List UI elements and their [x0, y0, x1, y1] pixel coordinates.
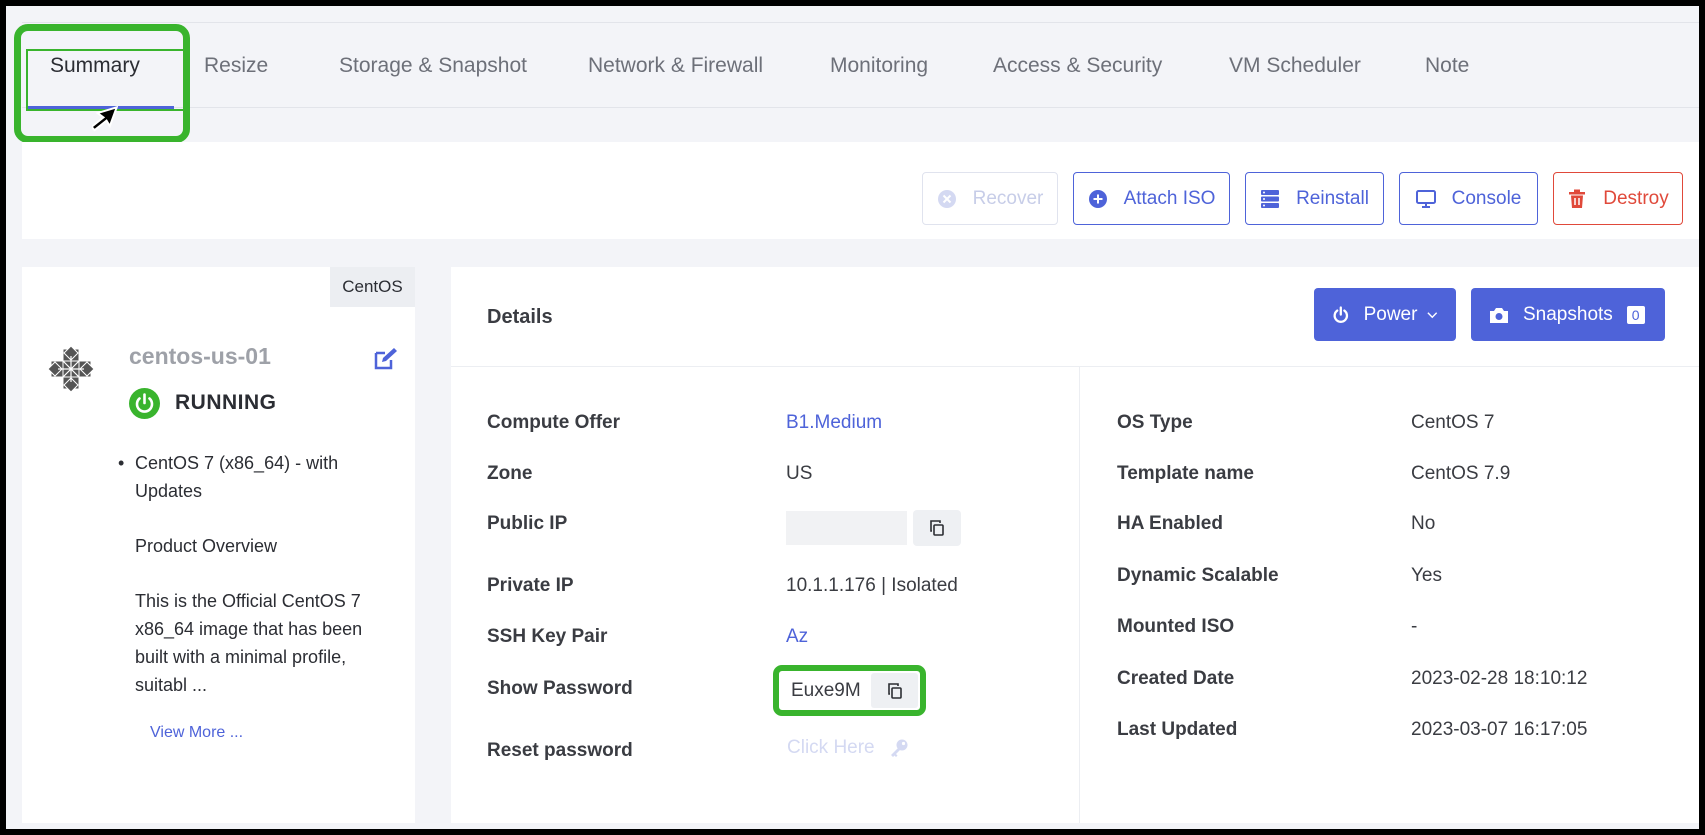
destroy-button[interactable]: Destroy: [1553, 172, 1683, 225]
vm-name: centos-us-01: [129, 343, 271, 369]
os-badge: CentOS: [330, 267, 415, 307]
trash-icon: [1567, 189, 1587, 209]
reinstall-button[interactable]: Reinstall: [1245, 172, 1384, 225]
column-divider: [1079, 367, 1080, 823]
last-updated-label: Last Updated: [1117, 719, 1238, 740]
tab-note[interactable]: Note: [1425, 23, 1469, 109]
mounted-iso-label: Mounted ISO: [1117, 616, 1235, 637]
os-type-label: OS Type: [1117, 412, 1193, 433]
recover-label: Recover: [972, 187, 1044, 209]
ssh-key-pair-value[interactable]: Az: [786, 626, 808, 648]
product-overview-title: Product Overview: [135, 536, 278, 556]
console-button[interactable]: Console: [1399, 172, 1538, 225]
password-value: Euxe9M: [791, 680, 861, 701]
snapshots-button[interactable]: Snapshots 0: [1471, 288, 1665, 341]
edit-icon[interactable]: [373, 347, 399, 371]
last-updated-value: 2023-03-07 16:17:05: [1411, 719, 1588, 740]
recover-button[interactable]: Recover: [922, 172, 1058, 225]
ssh-key-pair-label: SSH Key Pair: [487, 626, 608, 647]
os-description: CentOS 7 (x86_64) - with Updates: [135, 453, 339, 501]
snapshots-count-badge: 0: [1626, 305, 1645, 324]
power-label: Power: [1363, 303, 1418, 325]
snapshots-label: Snapshots: [1523, 303, 1613, 325]
private-ip-label: Private IP: [487, 575, 574, 596]
monitor-icon: [1415, 189, 1436, 209]
vm-status: RUNNING: [175, 391, 277, 414]
template-name-label: Template name: [1117, 463, 1254, 484]
plus-circle-icon: [1088, 189, 1108, 209]
os-type-value: CentOS 7: [1411, 412, 1495, 433]
created-date-label: Created Date: [1117, 668, 1235, 689]
template-name-value: CentOS 7.9: [1411, 463, 1511, 484]
power-dropdown-button[interactable]: Power: [1314, 288, 1456, 341]
bullet-dot: •: [118, 453, 125, 473]
mounted-iso-value: -: [1411, 616, 1418, 637]
action-bar: Recover Attach ISO Reinstall Console Des…: [22, 142, 1699, 239]
show-password-label: Show Password: [487, 678, 633, 699]
reset-password-link[interactable]: Click Here: [787, 737, 909, 759]
reset-password-value: Click Here: [787, 737, 875, 758]
tab-bar: Summary Resize Storage & Snapshot Networ…: [22, 22, 1699, 108]
tab-vm-scheduler[interactable]: VM Scheduler: [1229, 23, 1361, 109]
console-label: Console: [1451, 187, 1522, 209]
copy-public-ip-button[interactable]: [913, 510, 961, 546]
zone-label: Zone: [487, 463, 533, 484]
tab-storage-snapshot[interactable]: Storage & Snapshot: [339, 23, 527, 109]
compute-offer-label: Compute Offer: [487, 412, 620, 433]
ha-enabled-label: HA Enabled: [1117, 513, 1223, 534]
tab-monitoring[interactable]: Monitoring: [830, 23, 928, 109]
mouse-pointer-icon: [92, 105, 118, 132]
app-frame: Summary Resize Storage & Snapshot Networ…: [6, 6, 1699, 829]
centos-logo-icon: [48, 346, 94, 392]
reinstall-label: Reinstall: [1296, 187, 1369, 209]
reset-password-label: Reset password: [487, 740, 633, 761]
vm-summary-card: CentOS centos-us-01 RUNNING • CentOS 7 (…: [22, 267, 415, 823]
public-ip-value: [786, 511, 907, 545]
tab-summary[interactable]: Summary: [50, 23, 140, 109]
details-title: Details: [487, 306, 553, 328]
zone-value: US: [786, 463, 813, 484]
attach-iso-label: Attach ISO: [1123, 187, 1216, 209]
public-ip-label: Public IP: [487, 513, 568, 534]
key-icon: [890, 739, 908, 757]
compute-offer-value[interactable]: B1.Medium: [786, 412, 882, 434]
camera-icon: [1490, 307, 1508, 323]
private-ip-value: 10.1.1.176 | Isolated: [786, 575, 958, 596]
tab-resize[interactable]: Resize: [204, 23, 268, 109]
password-highlight: Euxe9M: [773, 665, 926, 716]
details-card: Details Power Snapshots 0 Compute Offer …: [451, 267, 1699, 823]
vm-description: • CentOS 7 (x86_64) - with Updates Produ…: [118, 449, 375, 726]
copy-icon: [930, 520, 944, 536]
header-divider: [451, 366, 1699, 367]
attach-iso-button[interactable]: Attach ISO: [1073, 172, 1230, 225]
created-date-value: 2023-02-28 18:10:12: [1411, 668, 1588, 689]
server-icon: [1260, 189, 1280, 209]
dynamic-scalable-label: Dynamic Scalable: [1117, 565, 1279, 586]
dynamic-scalable-value: Yes: [1411, 565, 1442, 586]
power-status-icon: [129, 388, 160, 419]
x-circle-icon: [937, 189, 957, 209]
view-more-link[interactable]: View More ...: [150, 724, 243, 742]
product-overview-text: This is the Official CentOS 7 x86_64 ima…: [135, 591, 363, 695]
tab-access-security[interactable]: Access & Security: [993, 23, 1162, 109]
destroy-label: Destroy: [1603, 187, 1669, 209]
ha-enabled-value: No: [1411, 513, 1436, 534]
tab-network-firewall[interactable]: Network & Firewall: [588, 23, 763, 109]
copy-password-button[interactable]: [871, 673, 918, 708]
power-icon: [1333, 305, 1349, 323]
chevron-down-icon: [1427, 311, 1438, 318]
copy-icon: [887, 682, 902, 699]
